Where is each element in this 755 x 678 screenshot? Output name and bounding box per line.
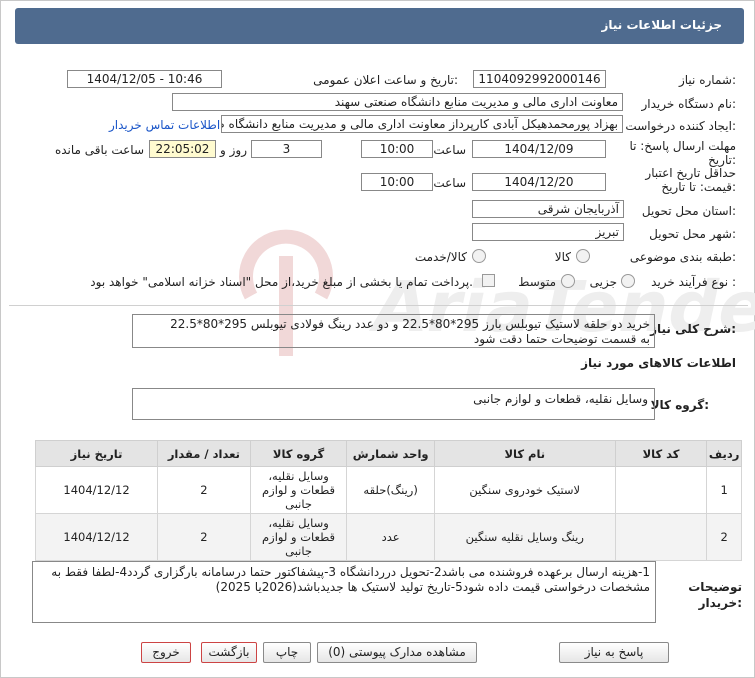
announce-label: تاریخ و ساعت اعلان عمومی: [313, 73, 458, 87]
notes-line-1: 1-هزینه ارسال برعهده فروشنده می باشد2-تح… [51, 565, 650, 579]
deadline-time-field: 10:00 [361, 140, 433, 158]
col-header-group: گروه کالا [249, 440, 348, 467]
buyer-notes-label: توضیحات خریدار: [688, 580, 742, 610]
creator-field: بهزاد پورمحمدهیکل آبادی کارپرداز معاونت … [221, 115, 623, 133]
exit-button[interactable]: خروج [141, 642, 191, 663]
deadline-label: مهلت ارسال پاسخ: تا تاریخ: [629, 139, 736, 167]
cell-code [614, 513, 708, 561]
table-row: 1 لاستیک خودروی سنگین (رینگ)حلقه وسایل ن… [34, 466, 742, 514]
buyer-org-label: نام دستگاه خریدار: [641, 97, 737, 111]
cell-row-no: 2 [706, 513, 742, 561]
print-button[interactable]: چاپ [263, 642, 311, 663]
col-header-unit: واحد شمارش [346, 440, 435, 467]
buyer-contact-link[interactable]: اطلاعات تماس خریدار [109, 118, 220, 132]
need-number-field: 1104092992000146 [473, 70, 606, 88]
table-header-row: ردیف کد کالا نام کالا واحد شمارش گروه کا… [34, 440, 742, 467]
process-radio-medium[interactable] [561, 274, 575, 288]
days-label: روز و [220, 143, 247, 157]
goods-group-label: گروه کالا: [650, 398, 709, 412]
days-remaining-field: 3 [251, 140, 322, 158]
cell-group: وسایل نقلیه، قطعات و لوازم جانبی [249, 466, 348, 514]
process-type-label: نوع فرآیند خرید : [651, 275, 736, 289]
process-option-minor: جزیی [589, 275, 617, 289]
buyer-org-field: معاونت اداری مالی و مدیریت منابع دانشگاه… [172, 93, 623, 111]
treasury-payment-note: پرداخت تمام یا بخشی از مبلغ خرید،از محل … [90, 275, 473, 289]
city-field: تبریز [472, 223, 624, 241]
announce-datetime-field: 1404/12/05 - 10:46 [67, 70, 222, 88]
buyer-notes-field: 1-هزینه ارسال برعهده فروشنده می باشد2-تح… [32, 561, 656, 623]
cell-date: 1404/12/12 [34, 466, 159, 514]
category-radio-goods[interactable] [576, 249, 590, 263]
cell-name: لاستیک خودروی سنگین [433, 466, 616, 514]
back-button[interactable]: بازگشت [201, 642, 257, 663]
treasury-payment-checkbox[interactable] [482, 274, 495, 287]
page-title: جزئیات اطلاعات نیاز [601, 18, 722, 32]
cell-qty: 2 [157, 466, 251, 514]
goods-group-field: وسایل نقلیه، قطعات و لوازم جانبی [132, 388, 655, 420]
attachments-button[interactable]: مشاهده مدارک پیوستی (0) [317, 642, 477, 663]
category-option-goods: کالا [554, 250, 571, 264]
cell-date: 1404/12/12 [34, 513, 159, 561]
process-option-medium: متوسط [518, 275, 556, 289]
process-radio-minor[interactable] [621, 274, 635, 288]
cell-code [614, 466, 708, 514]
creator-label: ایجاد کننده درخواست: [625, 119, 736, 133]
col-header-name: نام کالا [433, 440, 616, 467]
reply-button[interactable]: پاسخ به نیاز [559, 642, 669, 663]
page-frame: AriaTender.net جزئیات اطلاعات نیاز شماره… [0, 0, 755, 678]
cell-row-no: 1 [706, 466, 742, 514]
goods-section-title: اطلاعات کالاهای مورد نیاز [581, 356, 736, 370]
summary-line-2: به قسمت توضیحات حتما دقت شود [473, 332, 650, 346]
validity-label: حداقل تاریخ اعتبار قیمت: تا تاریخ: [645, 166, 736, 194]
remaining-time-label: ساعت باقی مانده [54, 143, 144, 157]
cell-group: وسایل نقلیه، قطعات و لوازم جانبی [249, 513, 348, 561]
col-header-qty: تعداد / مقدار [157, 440, 251, 467]
remaining-time-field: 22:05:02 [149, 140, 216, 158]
col-header-row-no: ردیف [706, 440, 742, 467]
category-radio-goods-service[interactable] [472, 249, 486, 263]
city-label: شهر محل تحویل: [649, 227, 736, 241]
page-title-bar: جزئیات اطلاعات نیاز [15, 8, 744, 44]
deadline-date-field: 1404/12/09 [472, 140, 606, 158]
category-label: طبقه بندی موضوعی: [629, 250, 736, 264]
cell-unit: (رینگ)حلقه [346, 466, 435, 514]
summary-label: شرح کلی نیاز: [650, 322, 736, 336]
cell-qty: 2 [157, 513, 251, 561]
divider [9, 305, 748, 306]
cell-name: رینگ وسایل نقلیه سنگین [433, 513, 616, 561]
cell-unit: عدد [346, 513, 435, 561]
validity-date-field: 1404/12/20 [472, 173, 606, 191]
notes-line-2: مشخصات درخواستی قیمت داده شود5-تاریخ تول… [215, 580, 650, 594]
col-header-code: کد کالا [614, 440, 708, 467]
validity-time-field: 10:00 [361, 173, 433, 191]
table-row: 2 رینگ وسایل نقلیه سنگین عدد وسایل نقلیه… [34, 513, 742, 561]
summary-textarea: خرید دو حلقه لاستیک تیوبلس بارز 295*80*2… [132, 314, 655, 348]
summary-line-1: خرید دو حلقه لاستیک تیوبلس بارز 295*80*2… [170, 317, 650, 331]
col-header-date: تاریخ نیاز [34, 440, 159, 467]
province-field: آذربایجان شرقی [472, 200, 624, 218]
need-number-label: شماره نیاز: [678, 73, 736, 87]
goods-table: ردیف کد کالا نام کالا واحد شمارش گروه کا… [34, 440, 742, 561]
province-label: استان محل تحویل: [641, 204, 736, 218]
category-option-goods-service: کالا/خدمت [414, 250, 467, 264]
